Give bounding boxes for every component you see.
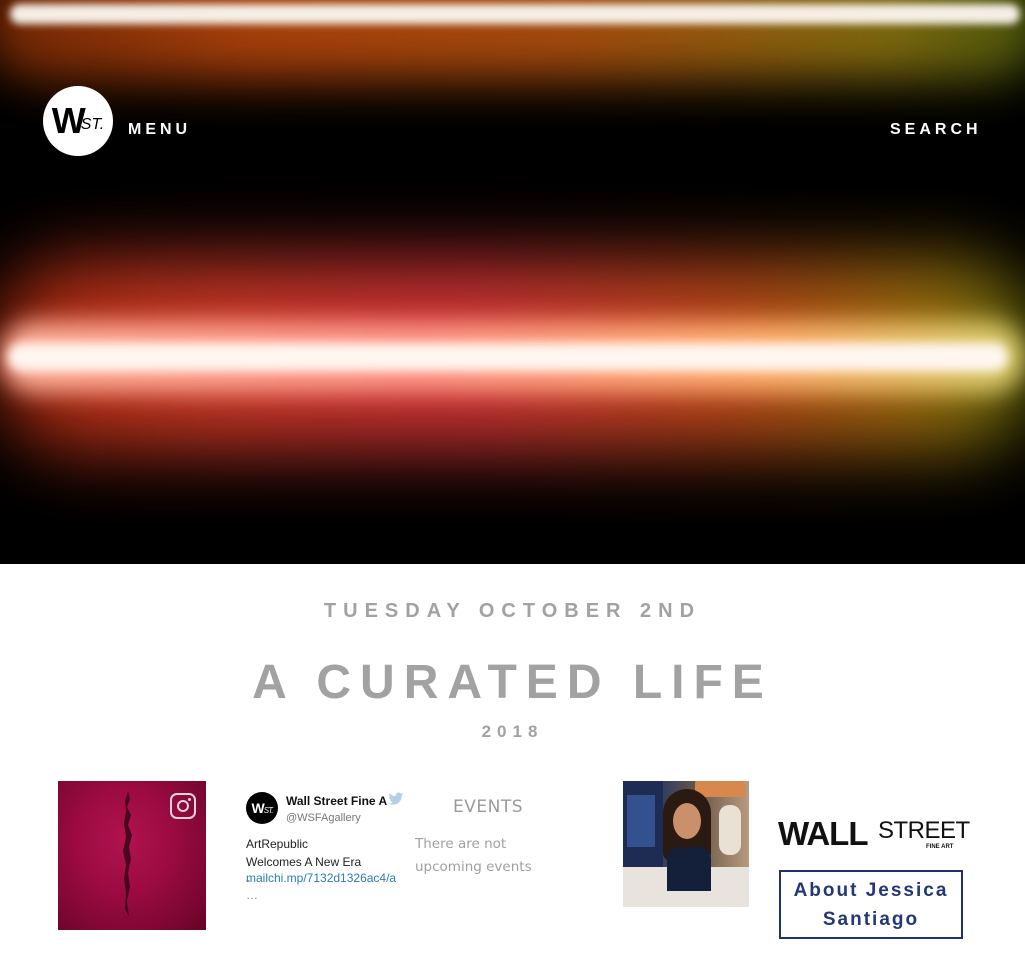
site-logo[interactable]: W ST. [43,86,113,156]
logo-main-text: W [51,100,86,141]
photo-vase [719,805,741,855]
twitter-account-name[interactable]: Wall Street Fine A [286,794,388,808]
logo-fine-art-text: FINE ART [926,844,954,850]
logo-sub-text: ST. [80,116,105,133]
logo-street-text: STREET [878,817,970,844]
artwork-figure [123,791,132,917]
light-streak-bottom [8,343,1008,371]
menu-button[interactable]: MENU [128,121,191,139]
page-year: 2018 [481,722,544,741]
twitter-handle[interactable]: @WSFAgallery [286,812,361,824]
twitter-avatar-main: W [251,800,265,816]
photo-face [673,803,701,839]
photo-artwork [627,795,655,847]
photo-dress [667,847,711,891]
instagram-post[interactable] [58,781,206,930]
tweet-link[interactable]: mailchi.mp/7132d1326ac4/a [246,871,406,885]
tweet-ellipsis: … [246,888,258,902]
twitter-avatar[interactable]: W ST. [246,792,278,824]
events-heading: EVENTS [453,797,524,817]
logo-wall-text: WALL [778,815,868,852]
about-jessica-button[interactable]: About Jessica Santiago [779,870,963,939]
light-streak-top [10,4,1020,24]
wall-street-logo[interactable]: WALL STREET FINE ART [778,815,970,855]
twitter-avatar-sub: ST. [263,805,274,815]
events-empty-message: There are not upcoming events [415,836,532,875]
search-button[interactable]: SEARCH [890,121,982,139]
portrait-photo [623,781,749,907]
hero-banner: W ST. MENU SEARCH [0,0,1025,564]
instagram-icon[interactable] [170,793,196,819]
page-date: TUESDAY OCTOBER 2ND [323,600,702,622]
twitter-bird-icon[interactable] [388,792,404,806]
page-title: A CURATED LIFE [252,656,773,709]
